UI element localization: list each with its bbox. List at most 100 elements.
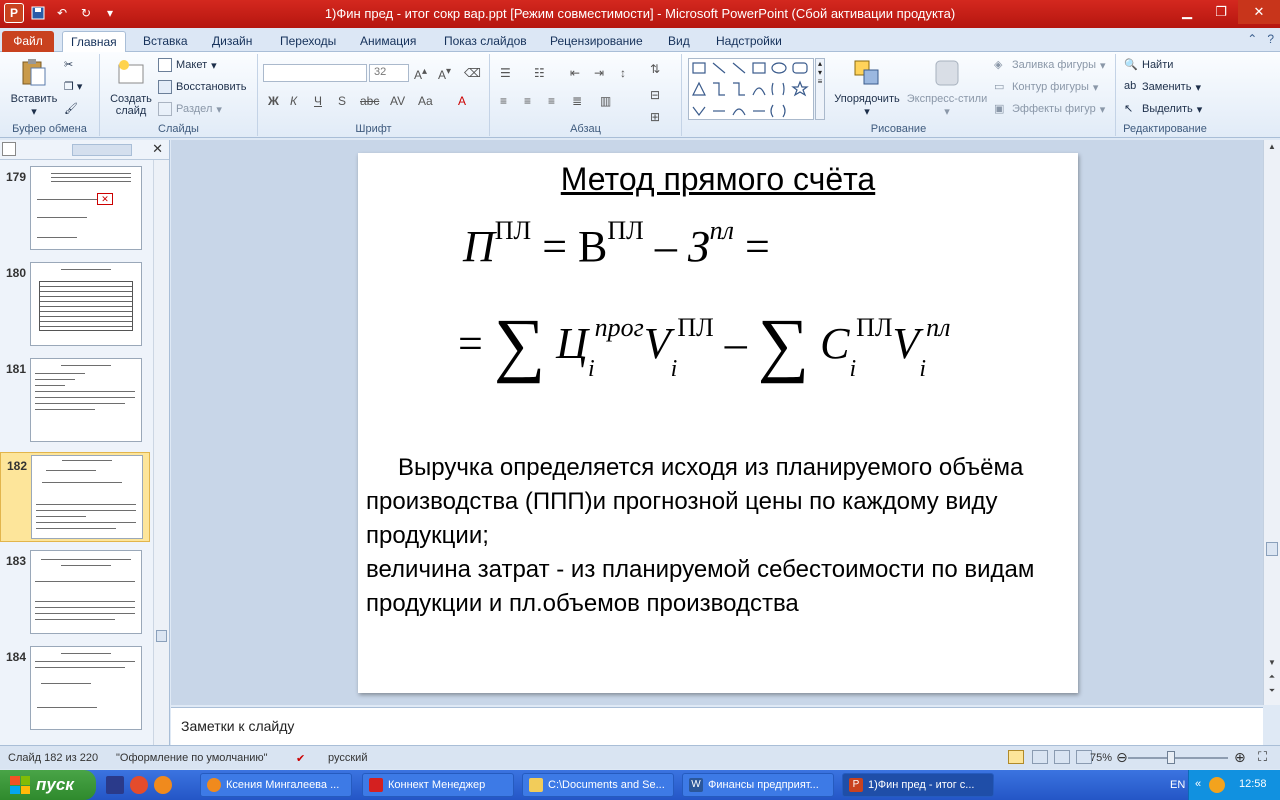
underline-icon[interactable]: Ч — [314, 94, 322, 108]
pane-close-icon[interactable]: ✕ — [152, 141, 163, 157]
previous-slide-icon[interactable]: ⏶ — [1264, 672, 1280, 686]
outline-tab[interactable] — [72, 144, 132, 156]
slide-thumbnail[interactable]: 181 — [0, 356, 150, 446]
reading-view-icon[interactable] — [1054, 750, 1070, 764]
zoom-in-icon[interactable]: ⊕ — [1234, 749, 1246, 766]
new-slide-button[interactable]: Создать слайд — [106, 58, 156, 117]
tab-insert[interactable]: Вставка — [135, 31, 196, 52]
shapes-gallery-scroll[interactable]: ▴ ▾ ≡ — [815, 58, 825, 120]
zoom-slider-thumb[interactable] — [1167, 751, 1175, 764]
tab-view[interactable]: Вид — [660, 31, 698, 52]
italic-icon[interactable]: К — [290, 94, 297, 108]
slide-sorter-icon[interactable] — [1032, 750, 1048, 764]
paste-button[interactable]: Вставить ▾ — [6, 58, 62, 118]
slides-tab-icon[interactable] — [2, 142, 16, 156]
font-size-combo[interactable]: 32 — [369, 64, 409, 82]
slide-title[interactable]: Метод прямого счёта — [358, 161, 1078, 198]
tab-file[interactable]: Файл — [2, 31, 54, 52]
increase-indent-icon[interactable]: ⇥ — [594, 66, 604, 80]
slide-thumbnail[interactable]: 183 — [0, 548, 150, 638]
slide-thumbnail[interactable]: 180 — [0, 260, 150, 350]
zoom-level[interactable]: 75% — [1090, 752, 1112, 764]
slide[interactable]: Метод прямого счёта ППЛ = ВПЛ – Зпл = = … — [358, 153, 1078, 693]
restore-button[interactable]: ❐ — [1204, 0, 1238, 24]
section-button[interactable]: Раздел ▾ — [158, 102, 222, 116]
bullets-icon[interactable]: ☰ — [500, 66, 511, 80]
justify-icon[interactable]: ≣ — [572, 94, 582, 108]
arrange-button[interactable]: Упорядочить ▾ — [830, 58, 904, 118]
tab-review[interactable]: Рецензирование — [542, 31, 651, 52]
layout-button[interactable]: Макет ▾ — [158, 58, 217, 72]
cut-icon[interactable]: ✂ — [64, 58, 73, 71]
next-slide-icon[interactable]: ⏷ — [1264, 686, 1280, 700]
numbering-icon[interactable]: ☷ — [534, 66, 545, 80]
language-indicator[interactable]: русский — [328, 752, 367, 764]
taskbar-item-connect-manager[interactable]: Коннект Менеджер — [362, 773, 514, 797]
zoom-out-icon[interactable]: ⊖ — [1116, 749, 1128, 766]
slide-thumbnail[interactable]: 184 — [0, 644, 150, 734]
notes-pane[interactable]: Заметки к слайду — [171, 707, 1263, 745]
taskbar-item-word[interactable]: W Финансы предприят... — [682, 773, 834, 797]
align-left-icon[interactable]: ≡ — [500, 94, 507, 108]
text-direction-icon[interactable]: ⇅ — [650, 62, 660, 76]
strikethrough-icon[interactable]: abc — [360, 94, 379, 108]
taskbar-item-firefox[interactable]: Ксения Мингалеева ... — [200, 773, 352, 797]
slide-vertical-scrollbar[interactable]: ▲ ▼ ⏶ ⏷ — [1263, 140, 1280, 705]
decrease-indent-icon[interactable]: ⇤ — [570, 66, 580, 80]
clock[interactable]: 12:58 — [1239, 778, 1267, 790]
spellcheck-icon[interactable]: ✔ — [296, 752, 305, 765]
show-desktop-icon[interactable] — [106, 776, 124, 794]
change-case-icon[interactable]: Aa — [418, 94, 433, 108]
chrome-icon[interactable] — [130, 776, 148, 794]
select-button[interactable]: ↖ Выделить ▾ — [1124, 102, 1202, 116]
scroll-up-icon[interactable]: ▲ — [1264, 142, 1280, 156]
grow-font-icon[interactable]: A▴ — [414, 66, 427, 82]
zoom-slider[interactable] — [1128, 757, 1228, 759]
line-spacing-icon[interactable]: ↕ — [620, 66, 626, 80]
taskbar-item-explorer[interactable]: C:\Documents and Se... — [522, 773, 674, 797]
tab-home[interactable]: Главная — [62, 31, 126, 52]
normal-view-icon[interactable] — [1008, 750, 1024, 764]
tab-addins[interactable]: Надстройки — [708, 31, 790, 52]
find-button[interactable]: 🔍 Найти — [1124, 58, 1173, 72]
replace-button[interactable]: ab Заменить ▾ — [1124, 80, 1201, 94]
reset-button[interactable]: Восстановить — [158, 80, 246, 94]
slide-thumbnail[interactable]: 179 ✕ — [0, 164, 150, 254]
scroll-thumb[interactable] — [1266, 542, 1278, 556]
tab-slideshow[interactable]: Показ слайдов — [436, 31, 535, 52]
tray-arrow-icon[interactable]: « — [1195, 778, 1201, 790]
clear-format-icon[interactable]: ⌫ — [464, 66, 481, 80]
shapes-gallery[interactable] — [688, 58, 814, 120]
char-spacing-icon[interactable]: AV — [390, 94, 405, 108]
align-text-icon[interactable]: ⊟ — [650, 88, 660, 102]
columns-icon[interactable]: ▥ — [600, 94, 611, 108]
tab-design[interactable]: Дизайн — [204, 31, 260, 52]
tab-animations[interactable]: Анимация — [352, 31, 424, 52]
tab-transitions[interactable]: Переходы — [272, 31, 344, 52]
formula-line-1[interactable]: ППЛ = ВПЛ – Зпл = — [463, 216, 770, 272]
format-painter-icon[interactable]: 🖌 — [64, 102, 78, 115]
bold-icon[interactable]: Ж — [268, 94, 279, 108]
font-color-icon[interactable]: A — [458, 94, 466, 108]
slide-thumbnail-selected[interactable]: 182 — [0, 452, 150, 542]
copy-icon[interactable]: ❐ ▾ — [64, 80, 82, 93]
align-right-icon[interactable]: ≡ — [548, 94, 555, 108]
taskbar-item-powerpoint[interactable]: P 1)Фин пред - итог с... — [842, 773, 994, 797]
minimize-ribbon-icon[interactable]: ⌃ — [1247, 32, 1257, 46]
scroll-thumb[interactable] — [156, 630, 167, 642]
close-button[interactable]: ✕ — [1238, 0, 1280, 24]
fit-slide-icon[interactable]: ⛶ — [1258, 749, 1267, 765]
start-button[interactable]: пуск — [0, 770, 96, 800]
shrink-font-icon[interactable]: A▾ — [438, 66, 451, 82]
shadow-icon[interactable]: S — [338, 94, 346, 108]
shape-outline-button[interactable]: ▭ Контур фигуры ▾ — [994, 80, 1098, 94]
font-name-combo[interactable] — [263, 64, 367, 82]
smartart-icon[interactable]: ⊞ — [650, 110, 660, 124]
slides-pane-scrollbar[interactable] — [153, 160, 169, 745]
quick-styles-button[interactable]: Экспресс-стили ▾ — [904, 58, 990, 118]
firefox-icon[interactable] — [154, 776, 172, 794]
tray-app-icon[interactable] — [1209, 777, 1225, 793]
formula-line-2[interactable]: = ∑ ЦiпрогViПЛ – ∑ CiПЛViпл — [458, 293, 950, 384]
minimize-button[interactable]: ▁ — [1170, 0, 1204, 24]
shape-effects-button[interactable]: ▣ Эффекты фигур ▾ — [994, 102, 1105, 116]
